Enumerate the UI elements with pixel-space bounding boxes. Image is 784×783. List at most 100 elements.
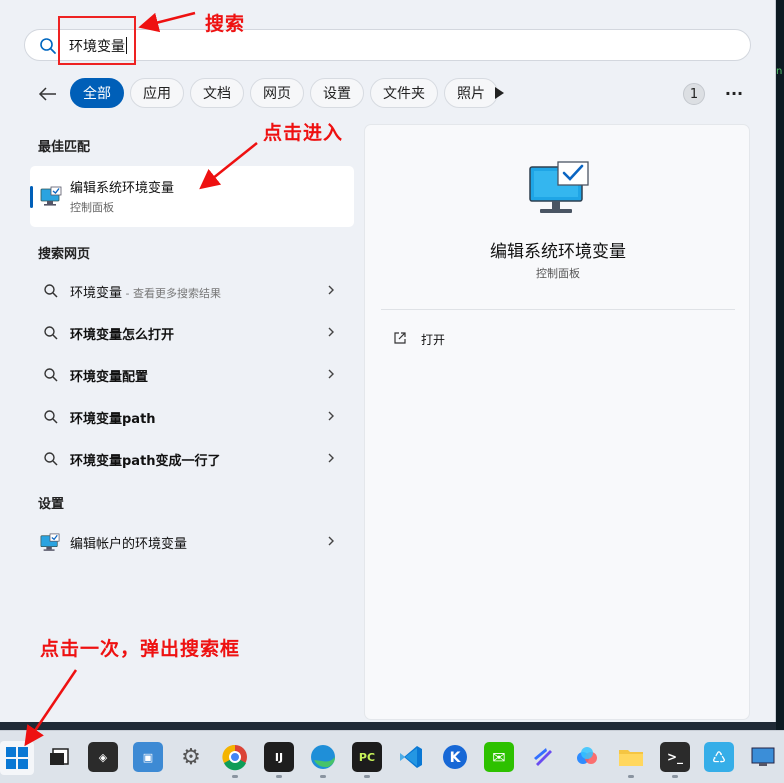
back-arrow-icon[interactable] bbox=[34, 80, 62, 108]
web-search-item-label: 环境变量怎么打开 bbox=[70, 328, 175, 343]
start-button[interactable] bbox=[0, 741, 34, 775]
kingsoft-icon: ◈ bbox=[98, 750, 108, 764]
task-view-button[interactable] bbox=[45, 742, 75, 772]
intellij-button[interactable]: IJ bbox=[264, 742, 294, 778]
intellij-icon: IJ bbox=[274, 750, 284, 764]
annotation-search: 搜索 bbox=[205, 13, 246, 35]
open-external-icon[interactable] bbox=[393, 331, 407, 345]
file-explorer-button[interactable] bbox=[616, 742, 646, 778]
web-search-heading: 搜索网页 bbox=[38, 247, 91, 262]
web-search-item-label: 环境变量path变成一行了 bbox=[70, 454, 221, 469]
filter-tab-apps[interactable]: 应用 bbox=[130, 78, 184, 108]
svg-text:K: K bbox=[450, 750, 462, 766]
baidu-netdisk-button[interactable] bbox=[572, 742, 602, 772]
search-icon bbox=[44, 326, 58, 340]
vscode-icon bbox=[400, 746, 422, 768]
remote-desktop-button[interactable] bbox=[748, 742, 778, 772]
more-options-icon[interactable]: ··· bbox=[724, 84, 744, 104]
running-indicator bbox=[672, 775, 678, 778]
best-match-heading: 最佳匹配 bbox=[38, 140, 91, 155]
selection-indicator bbox=[30, 186, 33, 208]
filter-tab-photos[interactable]: 照片 bbox=[444, 78, 498, 108]
search-icon bbox=[44, 410, 58, 424]
web-search-item[interactable]: 环境变量配置 bbox=[30, 357, 354, 393]
running-indicator bbox=[232, 775, 238, 778]
terminal-button[interactable]: >_ bbox=[660, 742, 690, 778]
search-icon bbox=[44, 284, 58, 298]
chevron-right-icon bbox=[328, 536, 334, 546]
divider bbox=[381, 309, 735, 310]
pycharm-button[interactable]: PC bbox=[352, 742, 382, 778]
more-filters-play-icon[interactable] bbox=[492, 85, 506, 101]
settings-app-button[interactable]: ⚙ bbox=[176, 742, 206, 772]
remote-desktop-icon bbox=[751, 747, 775, 766]
settings-heading: 设置 bbox=[38, 497, 65, 512]
web-search-item[interactable]: 环境变量 - 查看更多搜索结果 bbox=[30, 273, 354, 309]
web-search-item[interactable]: 环境变量path bbox=[30, 399, 354, 435]
web-search-item[interactable]: 环境变量path变成一行了 bbox=[30, 441, 354, 477]
running-indicator bbox=[320, 775, 326, 778]
chrome-button[interactable] bbox=[220, 742, 250, 778]
filter-tab-web[interactable]: 网页 bbox=[250, 78, 304, 108]
chevron-right-icon bbox=[328, 453, 334, 463]
search-icon bbox=[44, 368, 58, 382]
cloud-icon bbox=[577, 747, 597, 764]
system-properties-icon bbox=[40, 533, 60, 551]
taskbar: ◈ ▣ ⚙ IJ PC K ✉ >_ ♺ bbox=[0, 730, 784, 783]
results-count-badge[interactable]: 1 bbox=[683, 83, 705, 105]
filter-tab-all[interactable]: 全部 bbox=[70, 78, 124, 108]
best-match-subtitle: 控制面板 bbox=[70, 201, 114, 214]
settings-item-label: 编辑帐户的环境变量 bbox=[70, 537, 188, 552]
chrome-icon bbox=[222, 744, 247, 771]
chevron-right-icon bbox=[328, 285, 334, 295]
vscode-button[interactable] bbox=[396, 742, 426, 772]
annotation-click-enter: 点击进入 bbox=[263, 122, 344, 144]
screen-tool-button[interactable]: ▣ bbox=[133, 742, 163, 772]
feishu-button[interactable] bbox=[528, 742, 558, 772]
edge-icon bbox=[311, 745, 335, 769]
running-indicator bbox=[628, 775, 634, 778]
folder-icon bbox=[619, 750, 643, 766]
filter-tab-folders[interactable]: 文件夹 bbox=[370, 78, 438, 108]
web-search-item[interactable]: 环境变量怎么打开 bbox=[30, 315, 354, 351]
annotation-click-start: 点击一次，弹出搜索框 bbox=[40, 638, 241, 660]
system-properties-icon bbox=[529, 161, 589, 213]
search-icon bbox=[40, 38, 56, 54]
best-match-title: 编辑系统环境变量 bbox=[70, 181, 175, 196]
wechat-icon: ✉ bbox=[492, 747, 506, 767]
search-highlight-box bbox=[58, 16, 136, 65]
web-search-item-label: 环境变量 - 查看更多搜索结果 bbox=[70, 286, 221, 301]
web-search-item-label: 环境变量path bbox=[70, 412, 156, 427]
start-search-panel: 环境变量 全部 应用 文档 网页 设置 文件夹 照片 1 ··· 最佳匹配 编辑… bbox=[0, 0, 776, 722]
chevron-right-icon bbox=[328, 327, 334, 337]
recycle-icon: ♺ bbox=[711, 747, 727, 767]
filter-tab-settings[interactable]: 设置 bbox=[310, 78, 364, 108]
screen-tool-icon: ▣ bbox=[142, 750, 154, 764]
recycle-app-button[interactable]: ♺ bbox=[704, 742, 734, 772]
chevron-right-icon bbox=[328, 411, 334, 421]
running-indicator bbox=[276, 775, 282, 778]
task-view-icon bbox=[50, 748, 69, 765]
open-action[interactable]: 打开 bbox=[421, 331, 445, 348]
filter-tabs: 全部 应用 文档 网页 设置 文件夹 照片 bbox=[70, 78, 498, 108]
k-app-icon: K bbox=[443, 745, 467, 769]
web-search-item-label: 环境变量配置 bbox=[70, 370, 149, 385]
best-match-result[interactable]: 编辑系统环境变量 控制面板 bbox=[30, 166, 354, 227]
pycharm-icon: PC bbox=[358, 750, 376, 764]
settings-item[interactable]: 编辑帐户的环境变量 bbox=[30, 524, 354, 560]
wechat-button[interactable]: ✉ bbox=[484, 742, 514, 772]
kingsoft-app-button[interactable]: ◈ bbox=[88, 742, 118, 772]
search-icon bbox=[44, 452, 58, 466]
desktop-background: n bbox=[776, 0, 784, 730]
system-properties-icon bbox=[40, 186, 62, 206]
kkfileview-button[interactable]: K bbox=[440, 742, 470, 772]
edge-button[interactable] bbox=[308, 742, 338, 778]
detail-title: 编辑系统环境变量 bbox=[490, 242, 626, 262]
windows-logo-icon bbox=[6, 747, 28, 769]
result-detail-pane: 编辑系统环境变量 控制面板 打开 bbox=[364, 124, 750, 720]
gear-icon: ⚙ bbox=[181, 744, 201, 770]
detail-subtitle: 控制面板 bbox=[536, 267, 580, 280]
filter-tab-documents[interactable]: 文档 bbox=[190, 78, 244, 108]
running-indicator bbox=[364, 775, 370, 778]
feishu-icon bbox=[534, 748, 552, 766]
